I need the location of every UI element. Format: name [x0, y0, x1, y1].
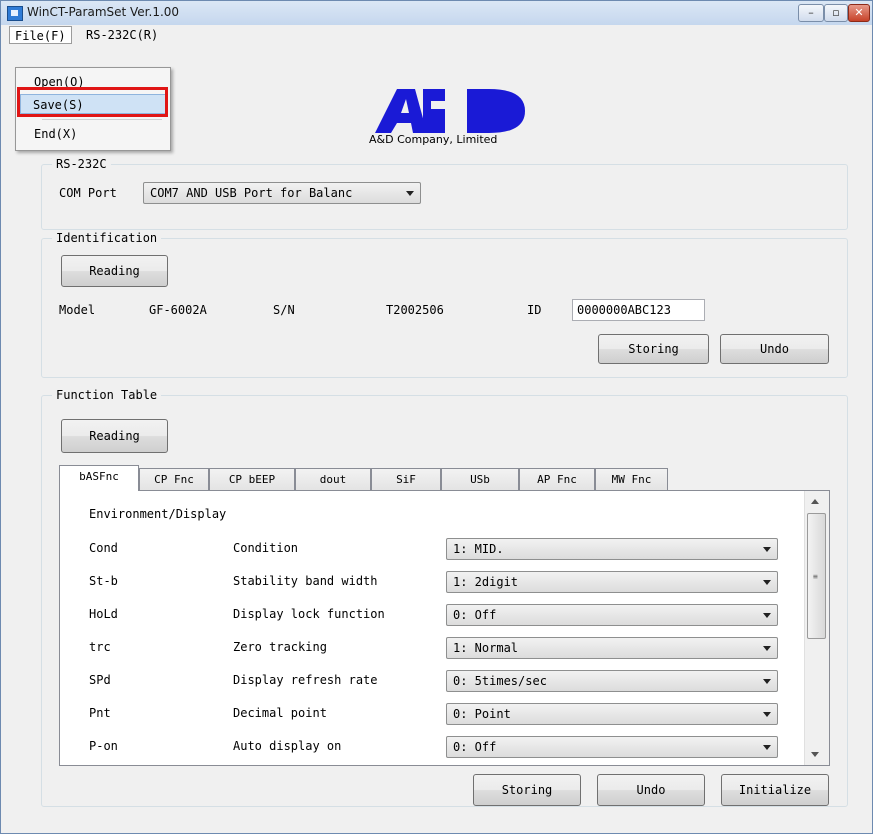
sn-label: S/N [273, 303, 295, 317]
model-value: GF-6002A [149, 303, 207, 317]
function-scrollbar[interactable]: ≡ [804, 491, 829, 765]
id-reading-button[interactable]: Reading [61, 255, 168, 287]
model-label: Model [59, 303, 96, 317]
row-name: Display refresh rate [233, 673, 378, 687]
chevron-down-icon [763, 613, 771, 618]
id-undo-button[interactable]: Undo [720, 334, 829, 364]
row-value: 0: Off [453, 608, 497, 622]
com-port-label: COM Port [59, 186, 117, 200]
sn-value: T2002506 [386, 303, 444, 317]
row-code: Pnt [89, 706, 111, 720]
row-value: 0: Off [453, 740, 497, 754]
row-select-hold[interactable]: 0: Off [446, 604, 778, 626]
row-value: 1: 2digit [453, 575, 519, 589]
row-name: Zero tracking [233, 640, 327, 654]
chevron-down-icon [406, 191, 414, 196]
id-storing-button[interactable]: Storing [598, 334, 709, 364]
tab-dout[interactable]: dout [295, 468, 371, 491]
identification-title: Identification [52, 231, 162, 245]
fn-storing-button[interactable]: Storing [473, 774, 581, 806]
menu-item-end[interactable]: End(X) [22, 124, 160, 144]
function-table-title: Function Table [52, 388, 162, 402]
row-name: Stability band width [233, 574, 378, 588]
row-name: Decimal point [233, 706, 327, 720]
menu-rs232c[interactable]: RS-232C(R) [81, 26, 163, 44]
tab-basfnc[interactable]: bASFnc [59, 465, 139, 491]
row-select-trc[interactable]: 1: Normal [446, 637, 778, 659]
row-value: 0: Point [453, 707, 511, 721]
row-select-p-on[interactable]: 0: Off [446, 736, 778, 758]
chevron-down-icon [763, 745, 771, 750]
row-value: 1: Normal [453, 641, 519, 655]
window-title: WinCT-ParamSet Ver.1.00 [27, 5, 180, 19]
com-port-select[interactable]: COM7 AND USB Port for Balanc [143, 182, 421, 204]
row-code: St-b [89, 574, 118, 588]
row-code: trc [89, 640, 111, 654]
row-code: HoLd [89, 607, 118, 621]
menu-file[interactable]: File(F) [9, 26, 72, 44]
scroll-thumb[interactable]: ≡ [807, 513, 826, 639]
scroll-up-icon[interactable] [811, 499, 819, 504]
menu-bar: File(F) RS-232C(R) [1, 25, 872, 45]
tab-sif[interactable]: SiF [371, 468, 441, 491]
tab-cp-beep[interactable]: CP bEEP [209, 468, 295, 491]
com-port-value: COM7 AND USB Port for Balanc [150, 186, 353, 200]
app-icon [7, 6, 23, 21]
maximize-button[interactable]: ▫ [824, 4, 848, 22]
scroll-down-icon[interactable] [811, 752, 819, 757]
row-select-cond[interactable]: 1: MID. [446, 538, 778, 560]
chevron-down-icon [763, 712, 771, 717]
row-name: Condition [233, 541, 299, 555]
row-name: Auto display on [233, 739, 342, 753]
row-code: P-on [89, 739, 118, 753]
row-select-spd[interactable]: 0: 5times/sec [446, 670, 778, 692]
row-value: 0: 5times/sec [453, 674, 547, 688]
fn-undo-button[interactable]: Undo [597, 774, 705, 806]
tab-ap-fnc[interactable]: AP Fnc [519, 468, 595, 491]
close-button[interactable]: ✕ [848, 4, 870, 22]
tab-usb[interactable]: USb [441, 468, 519, 491]
chevron-down-icon [763, 679, 771, 684]
tab-cp-fnc[interactable]: CP Fnc [139, 468, 209, 491]
chevron-down-icon [763, 646, 771, 651]
main-window: WinCT-ParamSet Ver.1.00 – ▫ ✕ File(F) RS… [0, 0, 873, 834]
tab-mw-fnc[interactable]: MW Fnc [595, 468, 668, 491]
chevron-down-icon [763, 580, 771, 585]
row-code: Cond [89, 541, 118, 555]
id-label: ID [527, 303, 542, 317]
row-code: SPd [89, 673, 111, 687]
row-select-pnt[interactable]: 0: Point [446, 703, 778, 725]
id-input[interactable]: 0000000ABC123 [572, 299, 705, 321]
fn-initialize-button[interactable]: Initialize [721, 774, 829, 806]
row-select-st-b[interactable]: 1: 2digit [446, 571, 778, 593]
menu-separator [42, 119, 162, 120]
chevron-down-icon [763, 547, 771, 552]
section-heading: Environment/Display [89, 507, 227, 521]
row-name: Display lock function [233, 607, 385, 621]
row-value: 1: MID. [453, 542, 504, 556]
save-highlight-box [17, 87, 168, 117]
grip-icon: ≡ [813, 572, 818, 581]
rs232c-title: RS-232C [52, 157, 111, 171]
minimize-button[interactable]: – [798, 4, 824, 22]
company-name: A&D Company, Limited [369, 133, 498, 146]
fn-reading-button[interactable]: Reading [61, 419, 168, 453]
title-bar[interactable]: WinCT-ParamSet Ver.1.00 – ▫ ✕ [1, 1, 872, 26]
